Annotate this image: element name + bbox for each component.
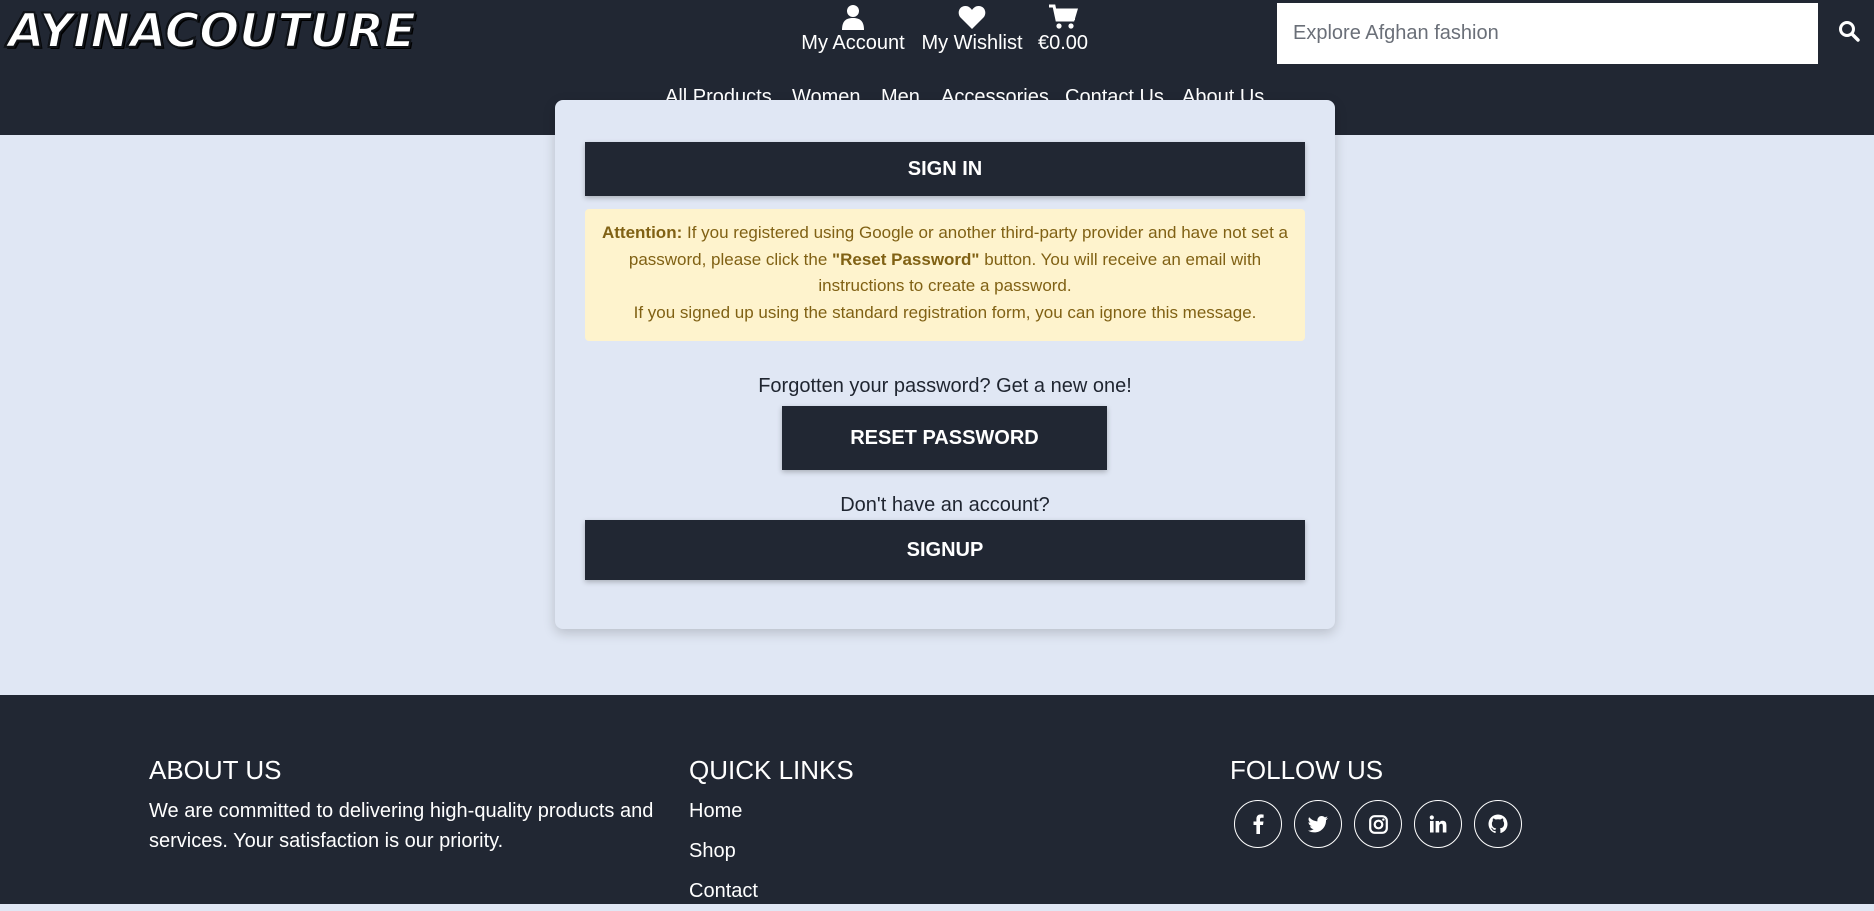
- footer-link-shop[interactable]: Shop: [689, 831, 1089, 871]
- my-account-label: My Account: [801, 32, 905, 54]
- github-icon: [1488, 814, 1508, 834]
- my-wishlist-label: My Wishlist: [921, 32, 1023, 54]
- site-footer: ABOUT US We are committed to delivering …: [0, 695, 1874, 904]
- third-party-alert: Attention: If you registered using Googl…: [585, 209, 1305, 341]
- instagram-link[interactable]: [1354, 800, 1402, 848]
- footer-about-text: We are committed to delivering high-qual…: [149, 800, 654, 852]
- cart-link[interactable]: €0.00: [1036, 4, 1090, 55]
- forgot-password-text: Forgotten your password? Get a new one!: [758, 375, 1132, 397]
- heart-icon: [958, 6, 986, 29]
- user-icon: [842, 5, 864, 30]
- my-account-link[interactable]: My Account: [800, 4, 906, 55]
- search-input[interactable]: [1277, 3, 1818, 64]
- footer-link-contact[interactable]: Contact: [689, 871, 1089, 911]
- footer-about-heading: ABOUT US: [149, 755, 282, 785]
- footer-links-heading: QUICK LINKS: [689, 755, 854, 785]
- footer-link-home[interactable]: Home: [689, 791, 1089, 831]
- facebook-icon: [1253, 814, 1264, 834]
- sign-in-button[interactable]: SIGN IN: [585, 142, 1305, 196]
- facebook-link[interactable]: [1234, 800, 1282, 848]
- search-button[interactable]: [1832, 14, 1866, 48]
- no-account-text: Don't have an account?: [840, 494, 1050, 516]
- instagram-icon: [1368, 814, 1388, 834]
- footer-follow: FOLLOW US: [1230, 755, 1630, 796]
- footer-follow-heading: FOLLOW US: [1230, 755, 1384, 785]
- cart-total: €0.00: [1037, 32, 1089, 54]
- footer-about: ABOUT US We are committed to delivering …: [149, 755, 669, 856]
- twitter-icon: [1308, 815, 1328, 832]
- github-link[interactable]: [1474, 800, 1522, 848]
- reset-password-button[interactable]: RESET PASSWORD: [782, 406, 1107, 470]
- my-wishlist-link[interactable]: My Wishlist: [920, 4, 1024, 55]
- footer-quick-links: QUICK LINKS Home Shop Contact: [689, 755, 1089, 911]
- cart-icon: [1049, 4, 1078, 29]
- alert-reset-ref: "Reset Password": [832, 249, 980, 269]
- search-icon: [1839, 21, 1860, 42]
- linkedin-link[interactable]: [1414, 800, 1462, 848]
- twitter-link[interactable]: [1294, 800, 1342, 848]
- linkedin-icon: [1429, 815, 1447, 833]
- alert-text-3: If you signed up using the standard regi…: [633, 302, 1257, 322]
- signup-button[interactable]: SIGNUP: [585, 520, 1305, 580]
- alert-title: Attention:: [601, 223, 683, 242]
